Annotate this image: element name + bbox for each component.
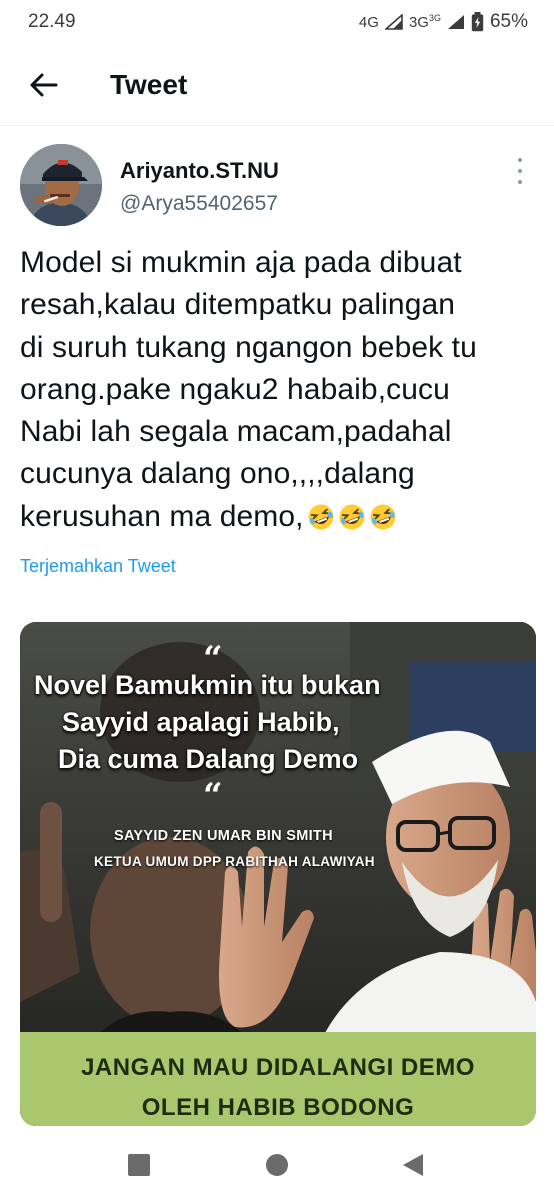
- avatar-photo: [20, 144, 102, 226]
- banner-line: JANGAN MAU DIDALANGI DEMO: [81, 1054, 475, 1081]
- banner-line: OLEH HABIB BODONG: [141, 1094, 415, 1121]
- tweet-text-line: di suruh tukang ngangon bebek tu: [20, 330, 477, 364]
- tweet-text-line: cucunya dalang ono,,,,dalang: [20, 457, 415, 491]
- back-triangle-icon: [403, 1154, 423, 1176]
- tweet-media-image[interactable]: “ Novel Bamukmin itu bukan Sayyid apalag…: [20, 622, 536, 1126]
- home-circle-icon: [266, 1154, 288, 1176]
- signal-full-icon: [447, 15, 464, 29]
- system-nav-bar: [0, 1134, 554, 1200]
- tweet-text-line: kerusuhan ma demo,: [20, 499, 304, 533]
- page-title: Tweet: [110, 68, 188, 100]
- recents-square-icon: [128, 1154, 150, 1176]
- translate-tweet-link[interactable]: Terjemahkan Tweet: [20, 556, 176, 577]
- author-handle[interactable]: @Arya55402657: [120, 192, 278, 216]
- more-options-button[interactable]: [510, 158, 530, 184]
- status-indicators: 4G 3G3G 65%: [359, 11, 528, 33]
- recents-button[interactable]: [126, 1152, 152, 1178]
- media-quote-line: Sayyid apalagi Habib,: [62, 707, 340, 737]
- media-quote-line: Dia cuma Dalang Demo: [58, 744, 359, 774]
- tweet-text-line: Nabi lah segala macam,padahal: [20, 415, 452, 449]
- rofl-emoji-icon: [370, 504, 396, 530]
- app-header: Tweet: [0, 44, 554, 126]
- avatar[interactable]: [20, 144, 102, 226]
- rofl-emoji-icon: [308, 504, 334, 530]
- battery-level: 65%: [489, 11, 528, 32]
- rofl-emoji-icon: [339, 504, 365, 530]
- battery-charging-icon: [471, 12, 484, 32]
- media-quote-line: Novel Bamukmin itu bukan: [34, 670, 381, 700]
- media-banner: JANGAN MAU DIDALANGI DEMO OLEH HABIB BOD…: [20, 1032, 536, 1126]
- back-button[interactable]: [14, 55, 74, 115]
- arrow-left-icon: [30, 73, 58, 96]
- author-display-name[interactable]: Ariyanto.ST.NU: [120, 158, 279, 184]
- system-back-button[interactable]: [400, 1152, 426, 1178]
- home-button[interactable]: [264, 1152, 290, 1178]
- media-attribution-title: KETUA UMUM DPP RABITHAH ALAWIYAH: [94, 854, 375, 869]
- tweet-text-line: Model si mukmin aja pada dibuat: [20, 246, 462, 279]
- tweet-author: Ariyanto.ST.NU @Arya55402657: [20, 144, 534, 228]
- tweet-text-line-last: kerusuhan ma demo,: [20, 496, 540, 538]
- more-vertical-icon: [518, 158, 522, 162]
- media-attribution-name: SAYYID ZEN UMAR BIN SMITH: [114, 828, 333, 844]
- tweet-text: Model si mukmin aja pada dibuat resah,ka…: [20, 242, 540, 538]
- quote-close-mark: “: [203, 776, 223, 816]
- network-4g-label: 4G: [358, 13, 379, 31]
- tweet-text-line: resah,kalau ditempatku palingan: [20, 288, 456, 322]
- status-bar: 22.49 4G 3G3G 65%: [0, 0, 554, 44]
- tweet-screen: 22.49 4G 3G3G 65% Tweet Ariyanto.ST.NU @…: [0, 0, 554, 1200]
- network-3g-label: 3G3G: [408, 13, 441, 31]
- tweet-text-line: orang.pake ngaku2 habaib,cucu: [20, 372, 450, 406]
- status-time: 22.49: [28, 11, 76, 32]
- signal-icon: [384, 14, 403, 30]
